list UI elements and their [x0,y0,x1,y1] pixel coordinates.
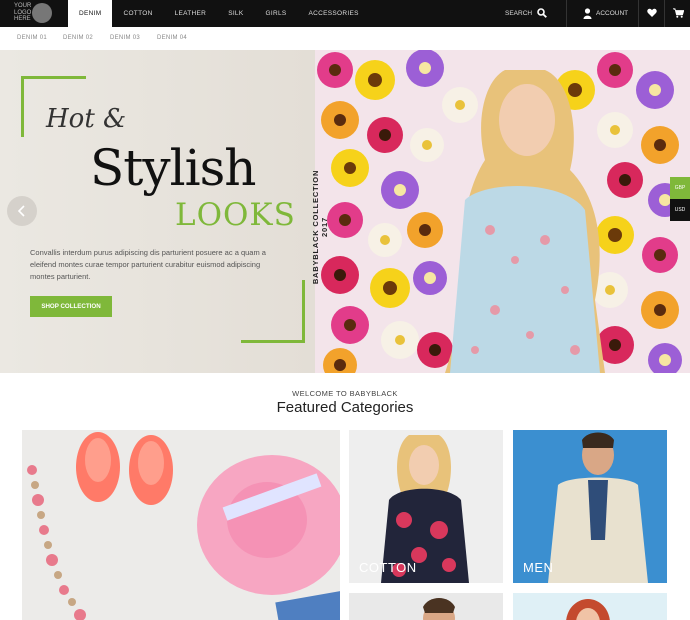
category-tile-bottom-2[interactable] [513,593,667,620]
accessories-image [22,430,340,620]
nav-denim[interactable]: DENIM [68,0,113,27]
account-link[interactable]: ACCOUNT [596,0,628,27]
nav-girls[interactable]: GIRLS [254,0,297,27]
category-label-men: MEN [523,560,554,575]
category-tile-cotton[interactable]: COTTON [349,430,503,583]
logo[interactable]: YOUR LOGO HERE [14,1,54,26]
logo-text: YOUR LOGO HERE [14,3,32,22]
hero-title-line-3: LOOKS [175,197,296,233]
section-title: Featured Categories [276,399,414,416]
nav-accessories[interactable]: ACCESSORIES [298,0,370,27]
hero-title-line-2: Stylish [90,139,256,197]
top-bar: YOUR LOGO HERE DENIM COTTON LEATHER SILK… [0,0,690,27]
frame-corner-bottom-right [241,280,305,343]
category-tile-men[interactable]: MEN [513,430,667,583]
subnav-denim-04[interactable]: DENIM 04 [157,27,187,50]
hero-flowers-image [315,50,690,373]
collection-text: BABYBLACK COLLECTION 2017 [311,169,329,285]
search-label[interactable]: SEARCH [505,0,532,27]
bottom-tile-image-2 [513,593,667,620]
category-label-cotton: COTTON [359,560,417,575]
welcome-text: WELCOME TO BABYBLACK [292,389,398,398]
collection-vertical-label: BABYBLACK COLLECTION 2017 [311,166,329,285]
user-icon[interactable] [583,8,592,19]
currency-usd[interactable]: USD [670,199,690,221]
subnav-denim-01[interactable]: DENIM 01 [17,27,47,50]
divider [638,0,639,27]
slider-prev-button[interactable] [7,196,37,226]
hero-title-line-1: Hot & [46,104,127,134]
category-tile-accessories[interactable] [22,430,340,620]
currency-gbp[interactable]: GBP [670,177,690,199]
nav-silk[interactable]: SILK [217,0,254,27]
search-icon[interactable] [537,8,547,18]
subnav-denim-02[interactable]: DENIM 02 [63,27,93,50]
hero-description: Convallis interdum purus adipiscing dis … [30,248,266,281]
shop-collection-button[interactable]: SHOP COLLECTION [30,296,112,317]
heart-icon[interactable] [647,8,657,18]
chevron-left-icon [17,205,25,217]
hero-slider: Hot & Stylish LOOKS Convallis interdum p… [0,50,690,373]
nav-leather[interactable]: LEATHER [164,0,218,27]
divider [664,0,665,27]
divider [566,0,567,27]
subnav-denim-03[interactable]: DENIM 03 [110,27,140,50]
nav-cotton[interactable]: COTTON [112,0,163,27]
cart-icon[interactable] [673,8,684,18]
main-nav: DENIM COTTON LEATHER SILK GIRLS ACCESSOR… [68,0,370,27]
category-tile-bottom-1[interactable] [349,593,503,620]
sub-nav: DENIM 01 DENIM 02 DENIM 03 DENIM 04 [0,27,690,51]
bottom-tile-image-1 [349,593,503,620]
